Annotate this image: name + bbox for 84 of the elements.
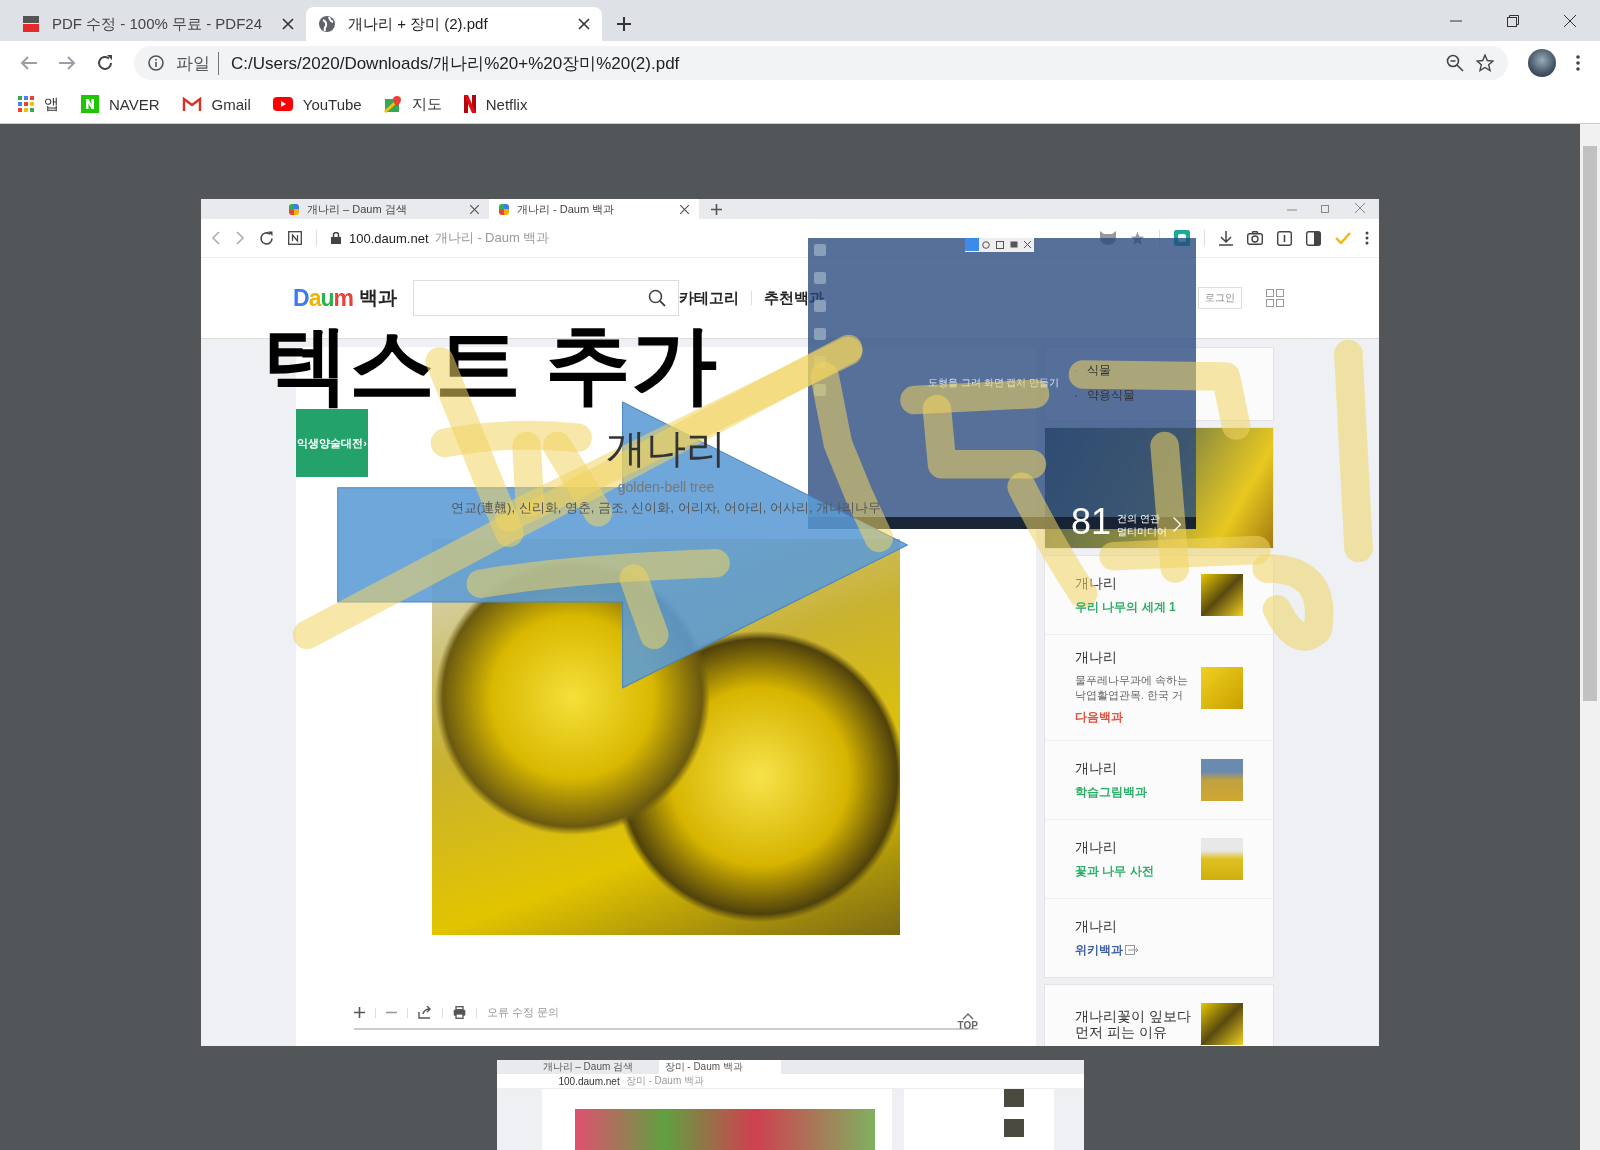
related-card[interactable]: 개나리꽃이 잎보다 먼저 피는 이유 (1044, 984, 1274, 1046)
article-subtitle: golden-bell tree (616, 479, 716, 495)
close-icon[interactable] (1564, 15, 1576, 27)
bookmark[interactable]: 앱 (18, 94, 59, 114)
close-icon[interactable] (282, 18, 294, 30)
side-panel-icon[interactable] (1306, 230, 1321, 246)
menu-icon[interactable] (1576, 55, 1580, 71)
category-link[interactable]: 식물 (1087, 362, 1111, 379)
chevron-icon (1173, 517, 1182, 532)
caret-icon (961, 1012, 974, 1020)
result-item[interactable]: 개나리 물푸레나무과에 속하는 낙엽활엽관목. 한국 거 다음백과 (1045, 635, 1273, 742)
browser-tab[interactable]: 장미 - Daum 백과 (658, 1060, 781, 1074)
search-icon[interactable] (647, 289, 666, 307)
page-title: 개나리 - Daum 백과 (434, 229, 550, 247)
fullscreen-icon[interactable] (1010, 241, 1018, 248)
check-icon[interactable] (1335, 232, 1351, 244)
zoom-in-icon[interactable] (354, 1007, 365, 1018)
restore-icon[interactable] (1507, 15, 1519, 27)
login-button[interactable]: 로그인 (1198, 287, 1242, 309)
external-link-icon (1125, 945, 1139, 956)
camera-icon[interactable] (1247, 231, 1263, 245)
thumbnail-photo (1003, 1119, 1024, 1137)
thumbnail-photo (1201, 1003, 1243, 1046)
play-icon (272, 97, 293, 111)
ribbon-icon (463, 95, 476, 113)
browser-tab[interactable]: PDF 수정 - 100% 무료 - PDF24 (10, 7, 306, 41)
square-n-icon[interactable] (288, 231, 302, 245)
media-count: 81 (1071, 504, 1112, 540)
media-label: 건의 연관 멀티미디어 (1117, 512, 1168, 539)
site-logo[interactable]: Daum (293, 284, 353, 312)
print-icon[interactable] (453, 1006, 466, 1019)
added-text[interactable]: 텍스트 추가 (263, 321, 717, 407)
url-text: C:/Users/2020/Downloads/개나리%20+%20장미%20(2).pdf (231, 52, 680, 75)
scheme-label: 파일 (176, 51, 219, 75)
globe-icon (318, 15, 336, 33)
share-icon[interactable] (418, 1006, 432, 1019)
avatar[interactable] (1528, 49, 1556, 77)
reload-icon[interactable] (96, 54, 114, 72)
browser-tab[interactable]: 개나리 – Daum 검색 (279, 199, 489, 219)
plus-icon[interactable] (616, 16, 632, 32)
reader-icon[interactable] (1277, 230, 1292, 246)
scrollbar[interactable] (1580, 124, 1600, 1150)
thumbnail-photo (1003, 1089, 1024, 1107)
document-icon (22, 15, 40, 33)
nav-link[interactable]: 카테고리 (678, 288, 739, 308)
result-item[interactable]: 개나리 꽃과 나무 사전 (1045, 820, 1273, 900)
bookmark[interactable]: YouTube (272, 95, 362, 113)
info-icon (148, 55, 164, 71)
bookmark[interactable]: Gmail (181, 95, 251, 113)
close-icon[interactable] (680, 204, 689, 214)
bookmark[interactable]: NAVER (81, 95, 160, 113)
plus-icon[interactable] (711, 204, 722, 215)
back-icon[interactable] (20, 55, 38, 71)
menu-icon[interactable] (1365, 231, 1369, 245)
forward-icon[interactable] (58, 55, 76, 71)
close-icon[interactable] (1024, 241, 1031, 248)
url-text[interactable]: 100.daum.net (349, 230, 429, 246)
grid-icon[interactable] (1266, 289, 1284, 307)
map-pin-icon (383, 95, 402, 113)
result-item[interactable]: 개나리 위키백과 (1045, 899, 1273, 978)
zoom-icon[interactable] (1446, 54, 1464, 72)
window-icon[interactable] (996, 241, 1004, 249)
top-button[interactable]: TOP (957, 1012, 978, 1031)
page-title: 장미 - Daum 백과 (625, 1074, 704, 1088)
browser-tab[interactable]: 개나리 – Daum 검색 (536, 1060, 659, 1074)
close-icon[interactable] (470, 204, 479, 214)
bookmark[interactable]: 지도 (383, 94, 442, 114)
address-bar[interactable]: 파일 C:/Users/2020/Downloads/개나리%20+%20장미%20(2).pdf (134, 46, 1508, 80)
browser-tab[interactable]: 개나리 + 장미 (2).pdf (306, 7, 602, 41)
browser-tab[interactable]: 개나리 - Daum 백과 (489, 199, 699, 219)
lock-icon (331, 232, 341, 244)
result-item[interactable]: 개나리 학습그림백과 (1045, 741, 1273, 821)
url-text[interactable]: 100.daum.net (558, 1075, 620, 1087)
reload-icon[interactable] (259, 230, 274, 246)
close-icon[interactable] (578, 18, 590, 30)
square-logo-icon (81, 95, 99, 113)
envelope-icon (181, 96, 202, 112)
download-icon[interactable] (1219, 230, 1233, 246)
star-icon[interactable] (1476, 54, 1494, 72)
section-title[interactable]: 백과 (358, 285, 397, 311)
freeform-icon[interactable] (982, 241, 990, 249)
search-field[interactable] (412, 280, 679, 316)
bookmark[interactable]: Netflix (463, 95, 528, 113)
apps-grid-icon (18, 96, 34, 112)
